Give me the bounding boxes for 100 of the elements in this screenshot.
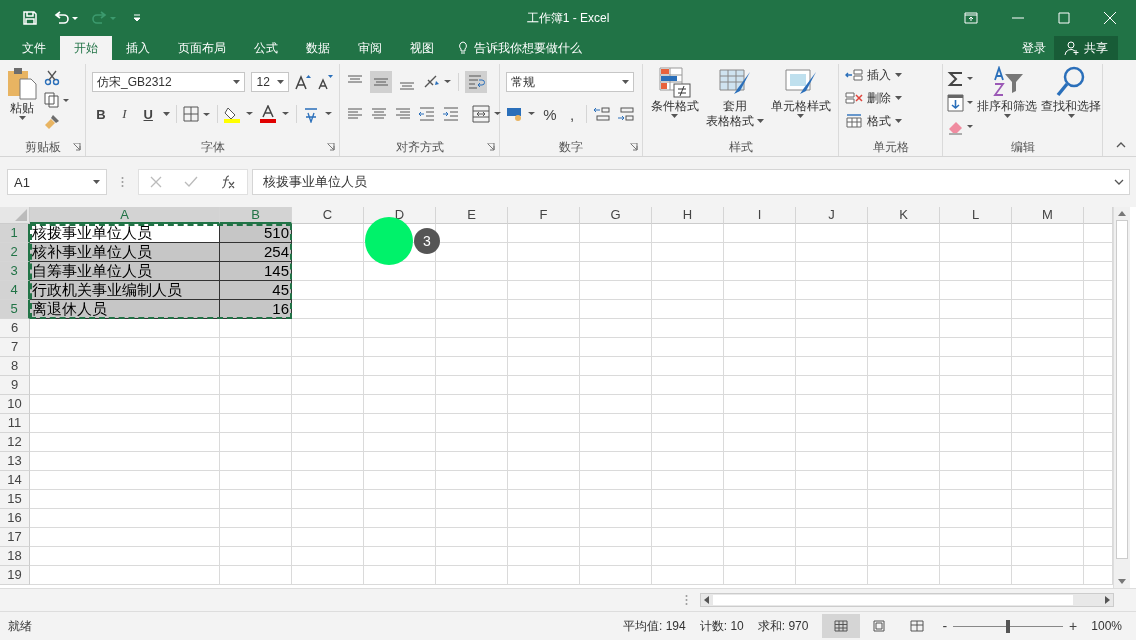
caret-icon[interactable]	[756, 119, 764, 123]
empty-cell[interactable]	[652, 224, 724, 243]
empty-cell[interactable]	[292, 319, 364, 338]
empty-cell[interactable]	[796, 243, 868, 262]
empty-cell[interactable]	[292, 376, 364, 395]
phonetic-guide-icon[interactable]	[303, 105, 333, 123]
empty-cell[interactable]	[1012, 300, 1084, 319]
empty-cell[interactable]	[1012, 414, 1084, 433]
row-header[interactable]: 8	[0, 357, 30, 376]
empty-cell[interactable]	[796, 262, 868, 281]
empty-cell[interactable]	[364, 338, 436, 357]
empty-cell[interactable]	[940, 528, 1012, 547]
empty-cell[interactable]	[868, 509, 940, 528]
empty-cell[interactable]	[940, 433, 1012, 452]
empty-cell[interactable]	[1012, 243, 1084, 262]
empty-cell[interactable]	[724, 471, 796, 490]
empty-cell[interactable]	[364, 319, 436, 338]
ribbon-tab[interactable]: 审阅	[344, 36, 396, 60]
row-header[interactable]: 10	[0, 395, 30, 414]
empty-cell[interactable]	[508, 376, 580, 395]
empty-cell[interactable]	[364, 433, 436, 452]
row-header[interactable]: 17	[0, 528, 30, 547]
empty-cell[interactable]	[652, 243, 724, 262]
empty-cell[interactable]	[364, 395, 436, 414]
empty-cell[interactable]	[940, 338, 1012, 357]
empty-cell[interactable]	[940, 281, 1012, 300]
empty-cell[interactable]	[868, 224, 940, 243]
row-header[interactable]: 12	[0, 433, 30, 452]
middle-align-icon[interactable]	[370, 71, 392, 93]
empty-cell[interactable]	[364, 528, 436, 547]
empty-cell[interactable]	[940, 566, 1012, 585]
empty-cell[interactable]	[580, 452, 652, 471]
empty-cell[interactable]	[292, 433, 364, 452]
conditional-formatting-button[interactable]: 条件格式	[648, 66, 701, 118]
sign-in-link[interactable]: 登录	[1022, 36, 1046, 60]
ribbon-tab[interactable]: 视图	[396, 36, 448, 60]
empty-cell[interactable]	[220, 376, 292, 395]
caret-icon[interactable]	[277, 80, 284, 84]
empty-cell[interactable]	[724, 243, 796, 262]
tell-me-field[interactable]: 告诉我你想要做什么	[474, 39, 582, 57]
column-header[interactable]	[1084, 207, 1113, 224]
caret-icon[interactable]	[797, 114, 804, 118]
scroll-left-icon[interactable]	[704, 596, 709, 604]
ribbon-tab[interactable]: 页面布局	[164, 36, 240, 60]
row-header[interactable]: 3	[0, 262, 30, 281]
row-header[interactable]: 4	[0, 281, 30, 300]
fill-color-icon[interactable]	[224, 105, 255, 123]
empty-cell[interactable]	[580, 490, 652, 509]
empty-cell[interactable]	[364, 357, 436, 376]
decrease-font-size-icon[interactable]	[317, 74, 333, 90]
empty-cell[interactable]	[652, 338, 724, 357]
scroll-thumb[interactable]	[713, 595, 1073, 605]
empty-cell[interactable]	[796, 414, 868, 433]
cancel-icon[interactable]	[150, 176, 162, 188]
empty-cell[interactable]	[724, 338, 796, 357]
empty-cell[interactable]	[652, 414, 724, 433]
ribbon-tab[interactable]: 数据	[292, 36, 344, 60]
dialog-launcher-icon[interactable]	[487, 143, 495, 151]
empty-cell[interactable]	[508, 281, 580, 300]
empty-cell[interactable]	[436, 414, 508, 433]
column-header[interactable]: E	[436, 207, 508, 224]
empty-cell[interactable]	[940, 509, 1012, 528]
empty-cell[interactable]	[508, 243, 580, 262]
empty-cell[interactable]	[220, 490, 292, 509]
paste-button[interactable]: 粘贴	[4, 66, 40, 120]
empty-cell[interactable]	[436, 395, 508, 414]
column-header[interactable]: F	[508, 207, 580, 224]
empty-cell[interactable]	[508, 566, 580, 585]
empty-cell[interactable]	[652, 395, 724, 414]
copy-icon[interactable]	[44, 92, 70, 108]
empty-cell[interactable]	[364, 547, 436, 566]
empty-cell[interactable]	[868, 376, 940, 395]
decrease-indent-icon[interactable]	[418, 106, 436, 122]
empty-cell[interactable]	[796, 319, 868, 338]
ribbon-tab[interactable]: 文件	[8, 36, 60, 60]
empty-cell[interactable]	[868, 243, 940, 262]
empty-cell[interactable]	[508, 357, 580, 376]
empty-cell[interactable]	[364, 471, 436, 490]
empty-cell[interactable]	[436, 300, 508, 319]
empty-cell[interactable]	[1012, 281, 1084, 300]
empty-cell[interactable]	[868, 319, 940, 338]
empty-cell[interactable]	[436, 338, 508, 357]
empty-cell[interactable]	[796, 376, 868, 395]
empty-cell[interactable]	[1012, 509, 1084, 528]
column-header[interactable]: B	[220, 207, 292, 224]
undo-icon[interactable]	[52, 11, 78, 25]
empty-cell[interactable]	[652, 566, 724, 585]
empty-cell[interactable]	[580, 243, 652, 262]
dialog-launcher-icon[interactable]	[327, 143, 335, 151]
table-cell[interactable]: 离退休人员	[30, 300, 220, 319]
caret-icon[interactable]	[1003, 114, 1011, 118]
empty-cell[interactable]	[868, 566, 940, 585]
empty-cell[interactable]	[940, 471, 1012, 490]
select-all-corner[interactable]	[0, 207, 30, 224]
empty-cell[interactable]	[868, 433, 940, 452]
empty-cell[interactable]	[796, 528, 868, 547]
column-header[interactable]: M	[1012, 207, 1084, 224]
empty-cell[interactable]	[796, 300, 868, 319]
empty-cell[interactable]	[292, 547, 364, 566]
borders-icon[interactable]	[183, 106, 212, 122]
